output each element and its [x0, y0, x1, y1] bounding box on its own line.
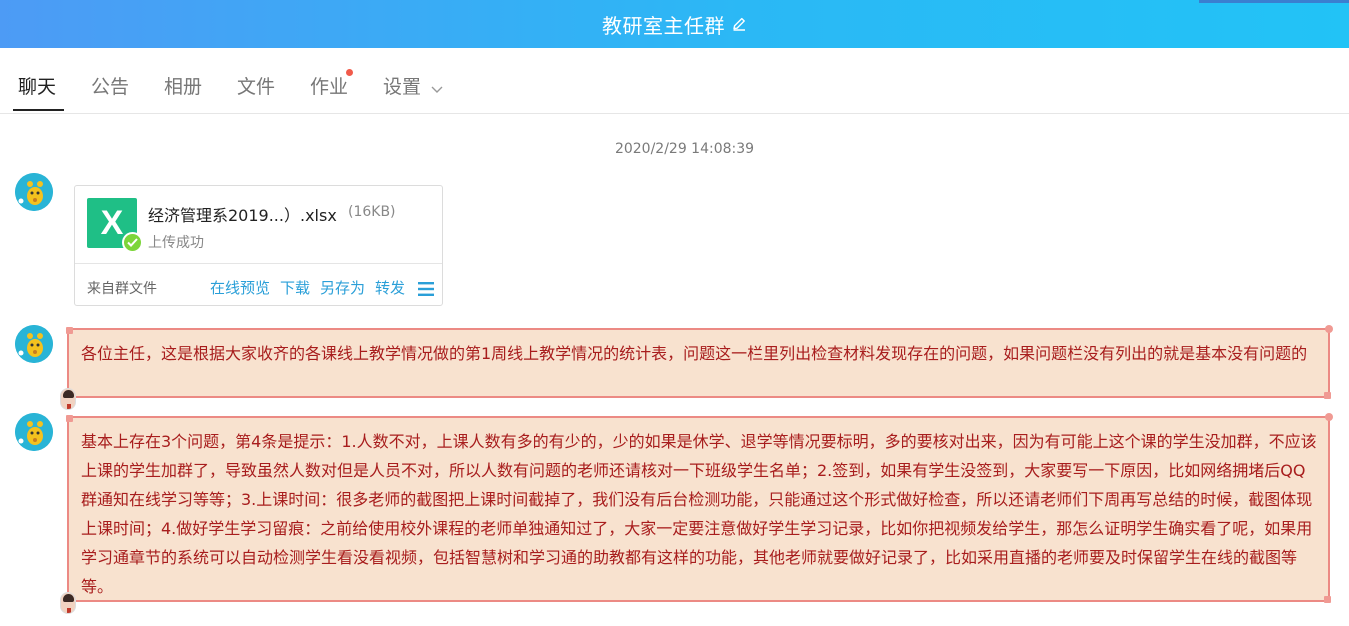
- card-divider: [75, 263, 442, 264]
- preview-online-link[interactable]: 在线预览: [210, 277, 270, 298]
- bubble-corner-decoration: [1325, 413, 1333, 421]
- bubble-character-icon: [60, 592, 76, 614]
- giraffe-avatar-icon: [15, 325, 53, 363]
- tab-announcement[interactable]: 公告: [91, 72, 129, 99]
- file-source: 来自群文件: [87, 281, 157, 297]
- message-text: 基本上存在3个问题，第4条是提示：1.人数不对，上课人数有多的有少的，少的如果是…: [81, 432, 1317, 596]
- tab-bar: 聊天 公告 相册 文件 作业 设置: [0, 48, 1349, 114]
- forward-link[interactable]: 转发: [375, 277, 405, 298]
- chat-message-bubble[interactable]: 各位主任，这是根据大家收齐的各课线上教学情况做的第1周线上教学情况的统计表，问题…: [60, 325, 1333, 410]
- avatar[interactable]: [15, 173, 53, 211]
- giraffe-avatar-icon: [15, 173, 53, 211]
- tab-album[interactable]: 相册: [164, 72, 202, 99]
- tab-settings[interactable]: 设置: [383, 72, 421, 99]
- bubble-corner-decoration: [66, 415, 73, 422]
- chat-header: 教研室主任群: [0, 0, 1349, 48]
- bubble-corner-decoration: [1324, 392, 1331, 399]
- file-size: (16KB): [348, 204, 396, 220]
- giraffe-avatar-icon: [15, 413, 53, 451]
- download-link[interactable]: 下载: [280, 277, 310, 298]
- tab-homework[interactable]: 作业: [310, 72, 348, 99]
- save-as-link[interactable]: 另存为: [320, 277, 365, 298]
- chat-message-bubble[interactable]: 基本上存在3个问题，第4条是提示：1.人数不对，上课人数有多的有少的，少的如果是…: [60, 413, 1333, 614]
- avatar[interactable]: [15, 325, 53, 363]
- tab-files[interactable]: 文件: [237, 72, 275, 99]
- message-text: 各位主任，这是根据大家收齐的各课线上教学情况做的第1周线上教学情况的统计表，问题…: [81, 344, 1308, 363]
- header-corner-strip: [1199, 0, 1349, 3]
- upload-success-check-icon: [122, 232, 143, 253]
- message-timestamp: 2020/2/29 14:08:39: [614, 141, 755, 157]
- file-message-card[interactable]: X 经济管理系2019...）.xlsx (16KB) 上传成功 来自群文件 在…: [74, 185, 443, 306]
- upload-status: 上传成功: [148, 235, 204, 251]
- avatar[interactable]: [15, 413, 53, 451]
- group-title: 教研室主任群: [602, 13, 725, 38]
- tab-chat[interactable]: 聊天: [18, 72, 56, 99]
- bubble-character-icon: [60, 388, 76, 410]
- menu-icon[interactable]: [418, 281, 434, 300]
- active-tab-indicator: [13, 109, 64, 111]
- file-name[interactable]: 经济管理系2019...）.xlsx: [148, 202, 337, 226]
- bubble-corner-decoration: [66, 327, 73, 334]
- homework-badge-dot: [346, 69, 353, 76]
- bubble-corner-decoration: [1325, 325, 1333, 333]
- bubble-corner-decoration: [1324, 596, 1331, 603]
- chevron-down-icon[interactable]: [431, 79, 443, 98]
- pencil-icon[interactable]: [731, 16, 747, 32]
